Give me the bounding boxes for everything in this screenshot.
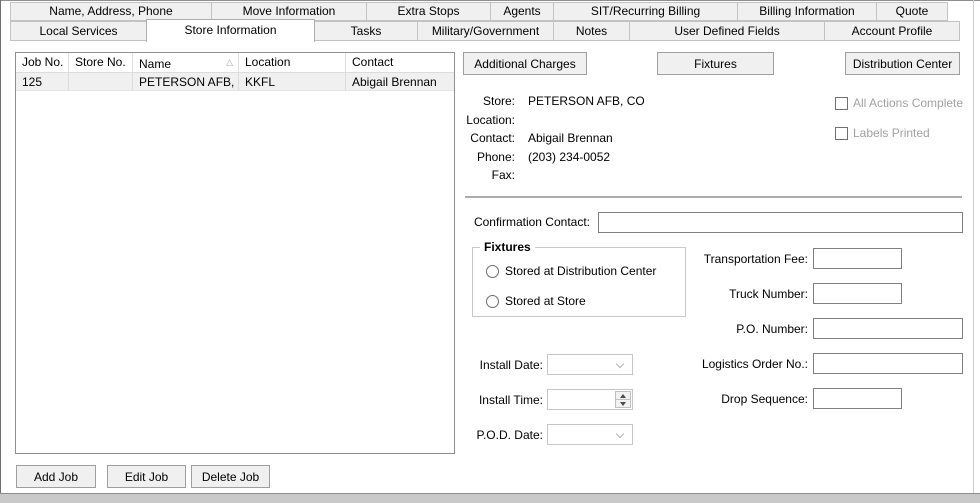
delete-job-button[interactable]: Delete Job [191,465,270,488]
tab-user-defined-fields[interactable]: User Defined Fields [629,21,825,41]
spin-down-button[interactable] [615,399,631,408]
stored-at-store-label: Stored at Store [505,294,586,308]
po-number-input[interactable] [813,318,963,339]
column-header-job-no[interactable]: Job No. [16,53,69,72]
install-date-label: Install Date: [479,358,543,372]
jobs-table-header: Job No. Store No. Name △ Location Contac… [16,53,454,73]
po-number-label: P.O. Number: [736,322,808,336]
window-right-border [973,0,974,494]
truck-number-label: Truck Number: [729,287,808,301]
fax-label: Fax: [491,168,515,183]
phone-label: Phone: [476,149,515,164]
cell-job-no: 125 [16,73,69,90]
store-info-row: Store: PETERSON AFB, CO [461,92,645,111]
transportation-fee-label: Transportation Fee: [703,252,808,266]
jobs-table: Job No. Store No. Name △ Location Contac… [15,52,455,454]
install-time-spinner[interactable] [547,389,633,410]
tab-sit-recurring-billing[interactable]: SIT/Recurring Billing [553,2,738,21]
logistics-order-no-input[interactable] [813,353,963,374]
store-info-block: Store: PETERSON AFB, CO Location: Contac… [461,92,645,185]
all-actions-complete-row: All Actions Complete [835,96,963,110]
column-header-contact[interactable]: Contact [346,53,454,72]
labels-printed-label: Labels Printed [853,126,930,140]
stored-at-store-option[interactable]: Stored at Store [486,294,586,308]
drop-sequence-input[interactable] [813,388,902,409]
tab-agents[interactable]: Agents [490,2,554,21]
stored-at-distribution-center-label: Stored at Distribution Center [505,264,657,278]
window-top-border [0,0,980,1]
install-time-spin-buttons [615,391,631,408]
cell-name: PETERSON AFB, C [133,73,239,90]
install-date-combo[interactable] [547,354,633,375]
transportation-fee-input[interactable] [813,248,902,269]
table-row[interactable]: 125 PETERSON AFB, C KKFL Abigail Brennan [16,73,454,91]
cell-location: KKFL [239,73,346,90]
tab-quote[interactable]: Quote [876,2,948,21]
add-job-button[interactable]: Add Job [16,465,96,488]
stored-at-distribution-center-option[interactable]: Stored at Distribution Center [486,264,656,278]
arrow-up-icon [620,394,626,398]
all-actions-complete-checkbox[interactable] [835,96,848,110]
column-header-location[interactable]: Location [239,53,346,72]
store-info-row: Location: [461,111,645,130]
install-time-label: Install Time: [478,393,543,407]
fixtures-button[interactable]: Fixtures [657,52,774,75]
cell-contact: Abigail Brennan [352,75,437,89]
column-header-store-no[interactable]: Store No. [69,53,133,72]
contact-value: Abigail Brennan [528,131,613,146]
sort-ascending-icon: △ [226,58,233,68]
all-actions-complete-label: All Actions Complete [853,96,964,110]
tab-notes[interactable]: Notes [553,21,630,41]
window-left-border [0,0,1,494]
window-bottom-edge [0,493,980,503]
edit-job-button[interactable]: Edit Job [107,465,186,488]
confirmation-contact-input[interactable] [598,212,963,233]
pod-date-label: P.O.D. Date: [476,428,543,442]
stored-at-store-radio[interactable] [486,294,499,308]
tab-military-government[interactable]: Military/Government [417,21,554,41]
arrow-down-icon [620,402,626,406]
truck-number-input[interactable] [813,283,902,304]
column-header-name-label: Name [139,56,172,71]
phone-value: (203) 234-0052 [528,149,611,164]
location-label: Location: [466,112,515,127]
chevron-down-icon [615,429,625,439]
chevron-down-icon [615,359,625,369]
labels-printed-row: Labels Printed [835,126,930,140]
cell-store-no [69,73,133,90]
logistics-order-no-label: Logistics Order No.: [701,357,808,371]
tab-account-profile[interactable]: Account Profile [824,21,960,41]
confirmation-contact-label: Confirmation Contact: [473,215,590,229]
store-info-row: Contact: Abigail Brennan [461,129,645,148]
additional-charges-button[interactable]: Additional Charges [463,52,587,75]
tab-local-services[interactable]: Local Services [10,21,147,41]
column-header-name[interactable]: Name △ [133,53,239,72]
store-value: PETERSON AFB, CO [528,94,645,109]
pod-date-combo[interactable] [547,424,633,445]
store-info-row: Phone: (203) 234-0052 [461,148,645,167]
tab-billing-information[interactable]: Billing Information [737,2,877,21]
store-info-row: Fax: [461,166,645,185]
labels-printed-checkbox[interactable] [835,126,848,140]
stored-at-distribution-center-radio[interactable] [486,264,499,278]
tab-tasks[interactable]: Tasks [314,21,418,41]
drop-sequence-label: Drop Sequence: [721,392,808,406]
contact-label: Contact: [470,131,515,146]
tab-extra-stops[interactable]: Extra Stops [366,2,491,21]
fixtures-groupbox-title: Fixtures [480,240,535,254]
tab-store-information[interactable]: Store Information [146,19,315,42]
store-label: Store: [482,94,515,109]
section-divider [465,196,962,198]
fixtures-groupbox: Fixtures Stored at Distribution Center S… [472,240,686,317]
distribution-center-button[interactable]: Distribution Center [845,52,960,75]
tab-row-2: Local Services Store Information Tasks M… [10,19,960,44]
